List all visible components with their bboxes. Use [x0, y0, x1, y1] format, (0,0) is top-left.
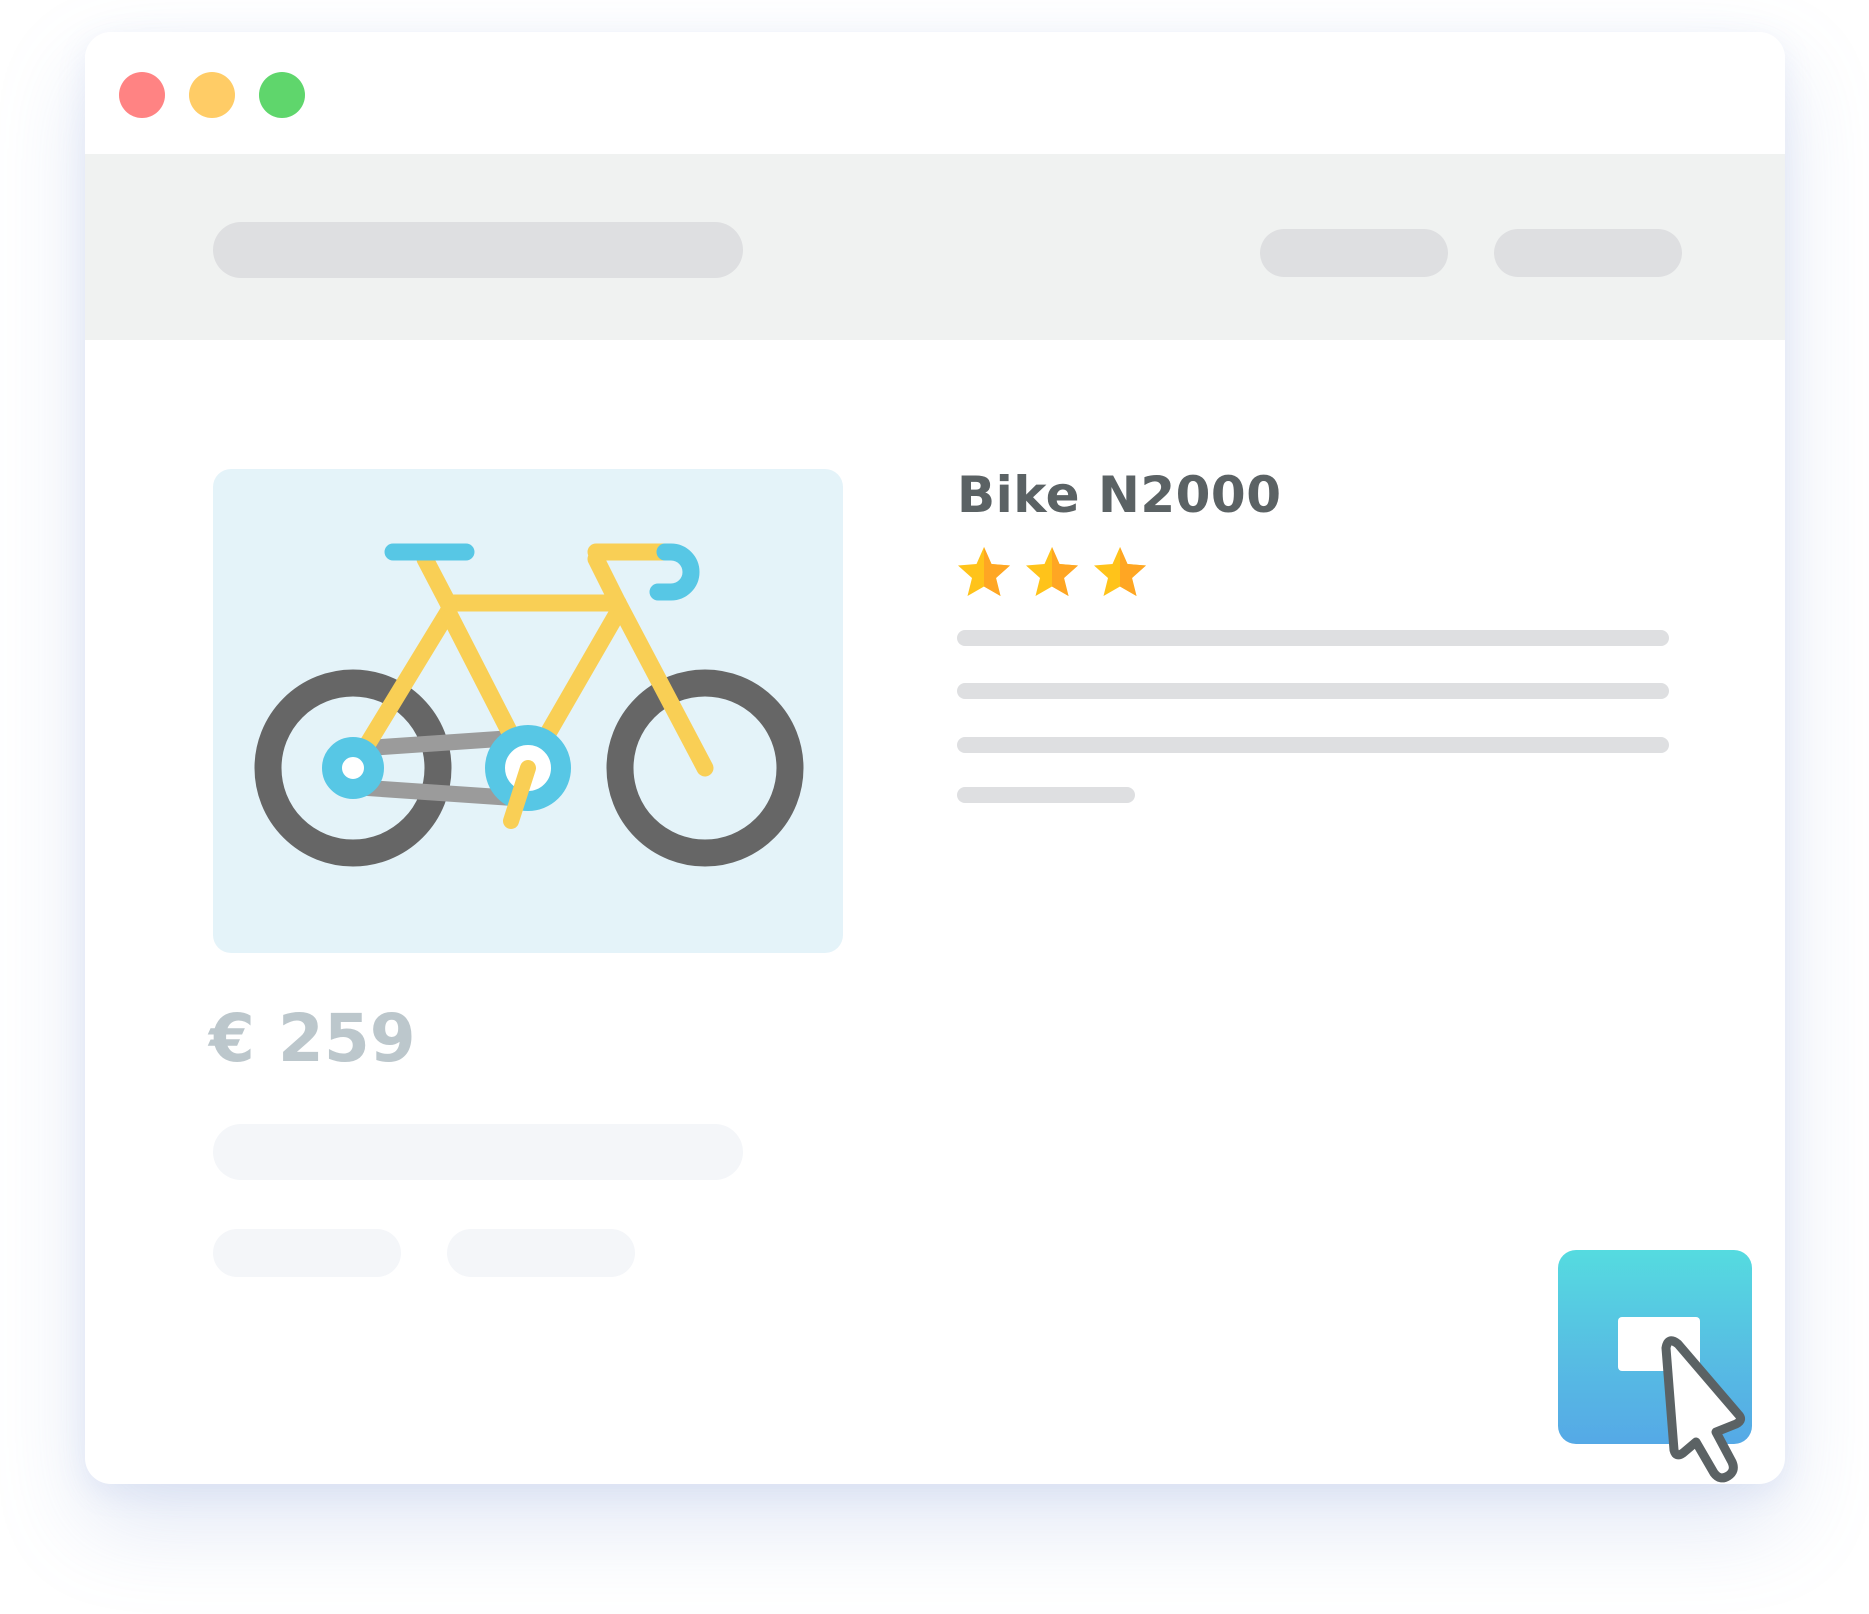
star-rating [955, 544, 1149, 600]
cursor-click-icon [1661, 1336, 1746, 1483]
description-line [957, 737, 1669, 753]
star-icon [958, 547, 1010, 596]
option-button-placeholder-2[interactable] [447, 1229, 635, 1277]
description-line [957, 787, 1135, 803]
nav-link-placeholder-1[interactable] [1260, 229, 1448, 277]
option-field-placeholder[interactable] [213, 1124, 743, 1180]
nav-bar [85, 154, 1785, 340]
close-window-button[interactable] [119, 72, 165, 118]
description-line [957, 630, 1669, 646]
maximize-window-button[interactable] [259, 72, 305, 118]
browser-window: Bike N2000 € 259 [85, 32, 1785, 1484]
product-price: € 259 [209, 1000, 416, 1077]
option-button-placeholder-1[interactable] [213, 1229, 401, 1277]
description-line [957, 683, 1669, 699]
title-bar [85, 32, 1785, 154]
search-bar-placeholder[interactable] [213, 222, 743, 278]
click-action-button[interactable] [1558, 1250, 1752, 1483]
bicycle-icon [254, 543, 804, 867]
product-title: Bike N2000 [957, 466, 1282, 524]
minimize-window-button[interactable] [189, 72, 235, 118]
nav-link-placeholder-2[interactable] [1494, 229, 1682, 277]
star-icon [1026, 547, 1078, 596]
star-icon [1094, 547, 1146, 596]
product-image [213, 469, 843, 953]
